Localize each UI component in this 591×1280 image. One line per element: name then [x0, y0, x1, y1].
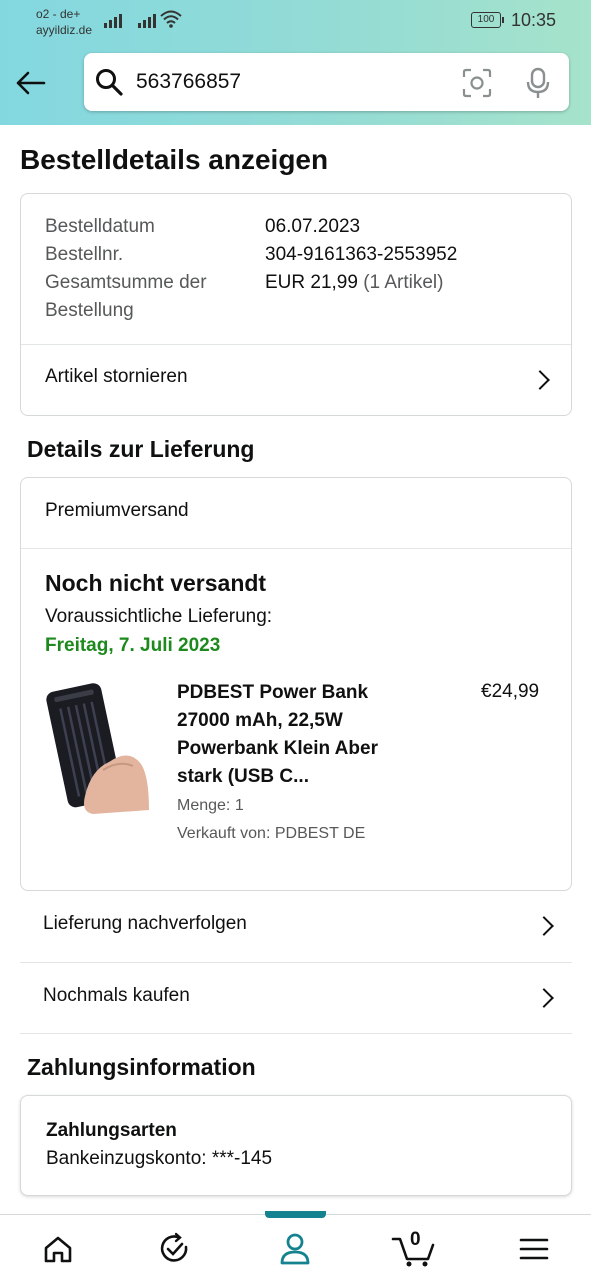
product-seller: Verkauft von: PDBEST DE — [177, 825, 366, 842]
payment-methods-card: Zahlungsarten Bankeinzugskonto: ***-145 — [20, 1095, 572, 1196]
camera-search-icon[interactable] — [462, 68, 492, 98]
bottom-navigation: 0 — [0, 1211, 591, 1280]
microphone-icon[interactable] — [526, 67, 550, 99]
page-title: Bestelldetails anzeigen — [20, 144, 329, 175]
reorder-icon[interactable] — [155, 1229, 195, 1269]
delivery-estimate-label: Voraussichtliche Lieferung: — [45, 606, 273, 627]
cancel-items-label: Artikel stornieren — [45, 366, 188, 387]
menu-icon[interactable] — [514, 1229, 554, 1269]
battery-icon: 100 — [471, 12, 504, 28]
search-icon[interactable] — [94, 67, 124, 97]
buy-again-row[interactable]: Nochmals kaufen — [20, 963, 572, 1034]
order-total-label-line2: Bestellung — [45, 300, 134, 321]
payment-heading: Zahlungsinformation — [27, 1054, 256, 1080]
signal-icon — [104, 12, 122, 28]
product-title-line: stark (USB C... — [177, 766, 309, 787]
payment-methods-title: Zahlungsarten — [46, 1120, 177, 1141]
product-title[interactable]: PDBEST Power Bank 27000 mAh, 22,5W Power… — [177, 679, 417, 791]
search-input[interactable] — [136, 65, 436, 99]
back-arrow-icon[interactable] — [14, 66, 48, 100]
cancel-items-row[interactable]: Artikel stornieren — [21, 345, 571, 416]
order-date-label: Bestelldatum — [45, 216, 155, 237]
carrier-name: o2 - de+ — [36, 7, 81, 21]
product-image[interactable] — [45, 678, 153, 814]
chevron-right-icon — [530, 370, 550, 390]
chevron-right-icon — [534, 988, 554, 1008]
divider — [21, 548, 571, 549]
search-bar[interactable] — [84, 53, 569, 111]
status-time: 10:35 — [511, 10, 557, 30]
order-total-amount: EUR 21,99 — [265, 272, 358, 293]
track-delivery-label: Lieferung nachverfolgen — [43, 913, 247, 934]
status-bar: o2 - de+ ayyildiz.de 100 10:35 — [0, 0, 591, 46]
order-summary-card: Bestelldatum 06.07.2023 Bestellnr. 304-9… — [20, 193, 572, 416]
cart-count: 0 — [410, 1229, 421, 1250]
order-total-label: Gesamtsumme der Bestellung — [45, 269, 207, 325]
order-number-value: 304-9161363-2553952 — [265, 244, 458, 265]
divider — [20, 1033, 572, 1034]
product-quantity: Menge: 1 — [177, 797, 244, 814]
chevron-right-icon — [534, 916, 554, 936]
wifi-icon — [160, 10, 182, 28]
carrier-secondary: ayyildiz.de — [36, 23, 93, 37]
product-title-line: PDBEST Power Bank — [177, 682, 369, 703]
app-header: o2 - de+ ayyildiz.de 100 10:35 — [0, 0, 591, 125]
account-icon[interactable] — [275, 1229, 315, 1269]
order-total-label-line1: Gesamtsumme der — [45, 272, 207, 293]
signal-icon — [138, 12, 156, 28]
delivery-estimate-date: Freitag, 7. Juli 2023 — [45, 635, 221, 656]
order-total-value: EUR 21,99 (1 Artikel) — [265, 269, 443, 297]
shipping-type: Premiumversand — [45, 500, 189, 521]
product-title-line: Powerbank Klein Aber — [177, 738, 378, 759]
active-tab-indicator — [265, 1211, 326, 1218]
buy-again-label: Nochmals kaufen — [43, 985, 190, 1006]
product-title-line: 27000 mAh, 22,5W — [177, 710, 343, 731]
shipment-status: Noch nicht versandt — [45, 570, 267, 596]
order-number-label: Bestellnr. — [45, 244, 124, 265]
carrier-info: o2 - de+ ayyildiz.de — [36, 6, 92, 38]
cart-button[interactable]: 0 — [390, 1229, 438, 1269]
payment-methods-value: Bankeinzugskonto: ***-145 — [46, 1148, 273, 1169]
track-delivery-row[interactable]: Lieferung nachverfolgen — [20, 891, 572, 962]
home-icon[interactable] — [38, 1229, 78, 1269]
delivery-card: Premiumversand Noch nicht versandt Vorau… — [20, 477, 572, 891]
order-date-value: 06.07.2023 — [265, 216, 361, 237]
order-item-count: (1 Artikel) — [363, 272, 444, 293]
product-price: €24,99 — [481, 681, 540, 702]
delivery-heading: Details zur Lieferung — [27, 436, 255, 462]
